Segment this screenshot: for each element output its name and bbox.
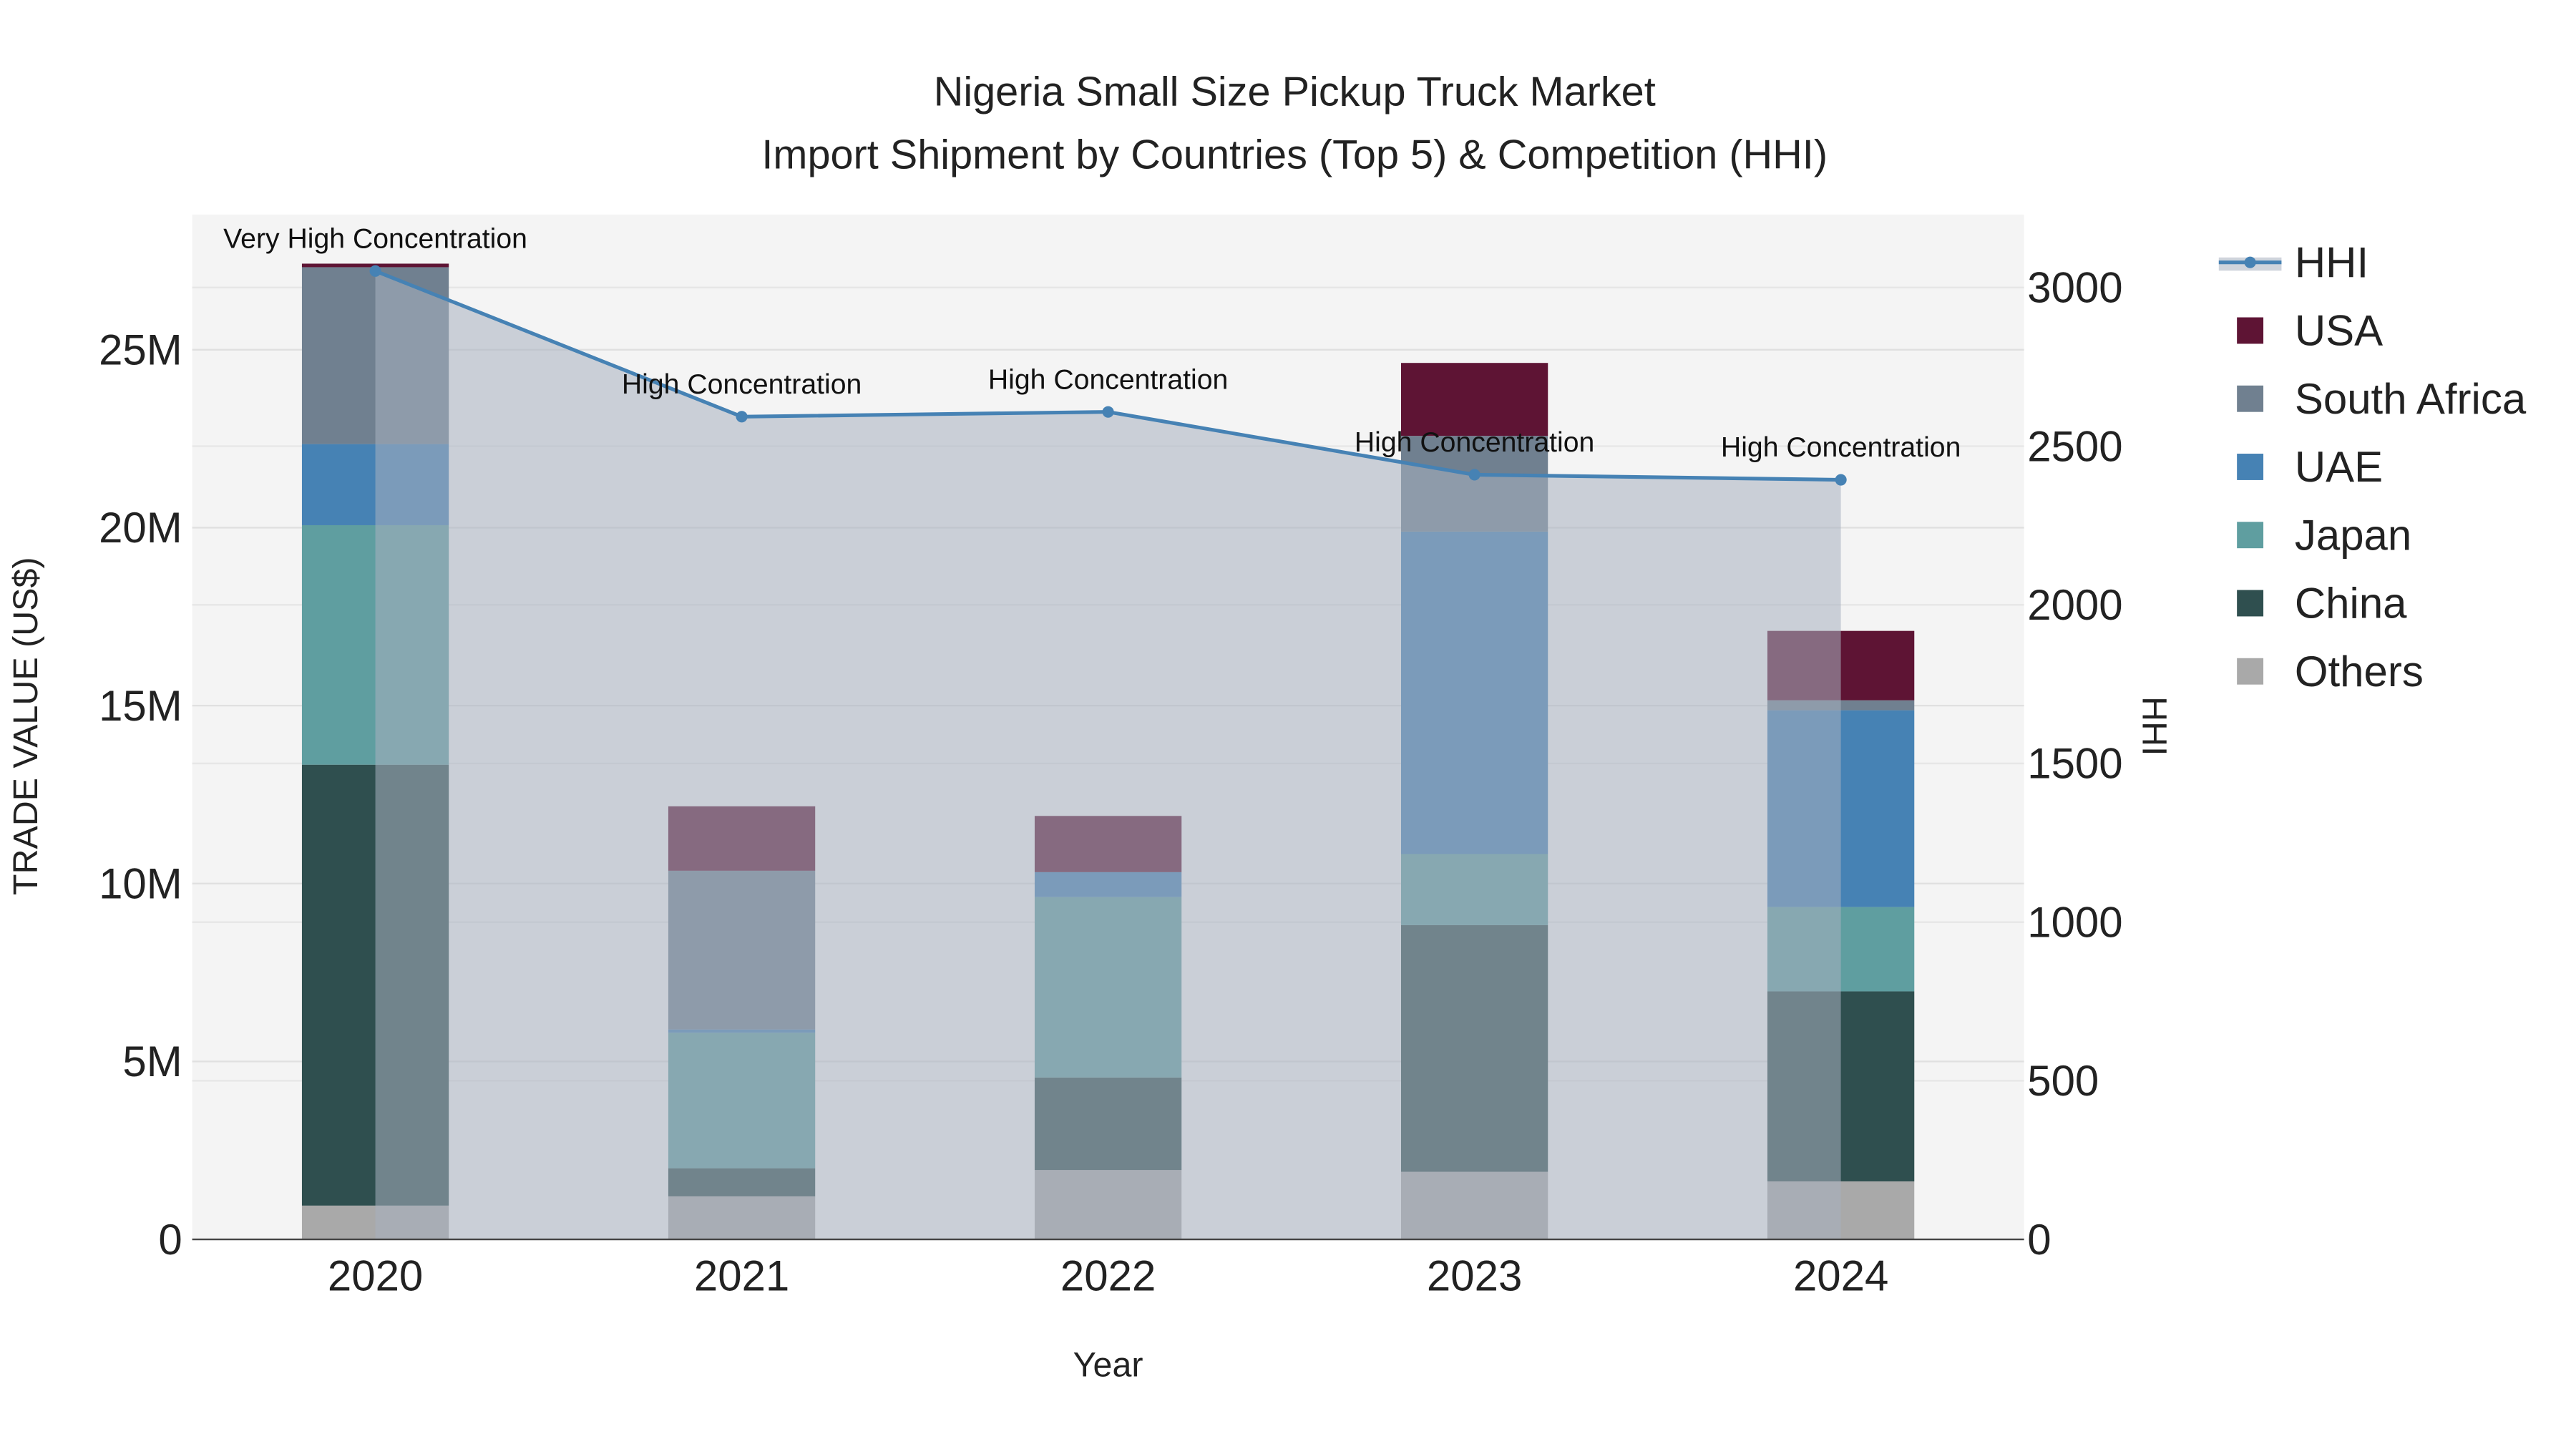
y2-tick-label: 500 xyxy=(2027,1057,2099,1105)
y-axis-label: TRADE VALUE (US$) xyxy=(6,557,45,895)
legend-label: China xyxy=(2295,580,2407,628)
legend-swatch xyxy=(2237,658,2264,685)
x-axis-label: Year xyxy=(1073,1346,1143,1385)
y2-axis: 0 500 1000 1500 2000 2500 3000 xyxy=(2027,264,2122,1264)
hhi-point xyxy=(1102,406,1114,418)
y-tick-label: 20M xyxy=(99,504,182,552)
x-tick-label: 2022 xyxy=(1060,1252,1156,1300)
hhi-point xyxy=(1835,474,1847,486)
legend-swatch xyxy=(2237,385,2264,412)
hhi-annotation: High Concentration xyxy=(1721,432,1961,463)
x-tick-label: 2020 xyxy=(328,1252,423,1300)
y-tick-label: 0 xyxy=(158,1216,182,1264)
x-tick-label: 2023 xyxy=(1427,1252,1522,1300)
y2-tick-label: 2000 xyxy=(2027,581,2122,629)
hhi-annotation: High Concentration xyxy=(988,364,1228,395)
legend-swatch xyxy=(2237,317,2264,344)
y2-tick-label: 1000 xyxy=(2027,898,2122,946)
y-tick-label: 25M xyxy=(99,326,182,374)
y-tick-label: 5M xyxy=(122,1038,182,1085)
legend-swatch xyxy=(2237,454,2264,480)
chart-title: Nigeria Small Size Pickup Truck Market xyxy=(934,69,1656,115)
legend-label: HHI xyxy=(2295,238,2368,286)
x-axis: 2020 2021 2022 2023 2024 xyxy=(328,1252,1888,1300)
x-tick-label: 2024 xyxy=(1793,1252,1888,1300)
y2-tick-label: 3000 xyxy=(2027,264,2122,312)
y2-tick-label: 0 xyxy=(2027,1216,2051,1264)
y2-tick-label: 2500 xyxy=(2027,422,2122,470)
legend: HHI USA South Africa UAE Japan China Others xyxy=(2218,238,2527,696)
legend-swatch-hhi-point xyxy=(2244,256,2256,268)
hhi-point xyxy=(736,411,748,423)
legend-label: USA xyxy=(2295,307,2383,355)
y-axis: 0 5M 10M 15M 20M 25M xyxy=(99,326,182,1264)
legend-label: Japan xyxy=(2295,511,2411,559)
chart-subtitle: Import Shipment by Countries (Top 5) & C… xyxy=(761,132,1828,177)
hhi-annotation: Very High Concentration xyxy=(223,223,527,254)
hhi-point xyxy=(369,265,381,277)
legend-label: Others xyxy=(2295,648,2424,696)
bar-usa xyxy=(1400,363,1548,436)
legend-label: UAE xyxy=(2295,443,2383,491)
hhi-annotation: High Concentration xyxy=(1355,427,1594,458)
legend-label: South Africa xyxy=(2295,375,2527,423)
y-tick-label: 15M xyxy=(99,682,182,730)
hhi-point xyxy=(1468,469,1480,481)
legend-swatch xyxy=(2237,590,2264,617)
x-tick-label: 2021 xyxy=(694,1252,789,1300)
hhi-annotation: High Concentration xyxy=(622,369,862,400)
chart: Nigeria Small Size Pickup Truck Market I… xyxy=(6,69,2527,1385)
y-tick-label: 10M xyxy=(99,860,182,908)
legend-swatch xyxy=(2237,522,2264,549)
y2-tick-label: 1500 xyxy=(2027,740,2122,788)
y2-axis-label: HHI xyxy=(2135,696,2174,756)
